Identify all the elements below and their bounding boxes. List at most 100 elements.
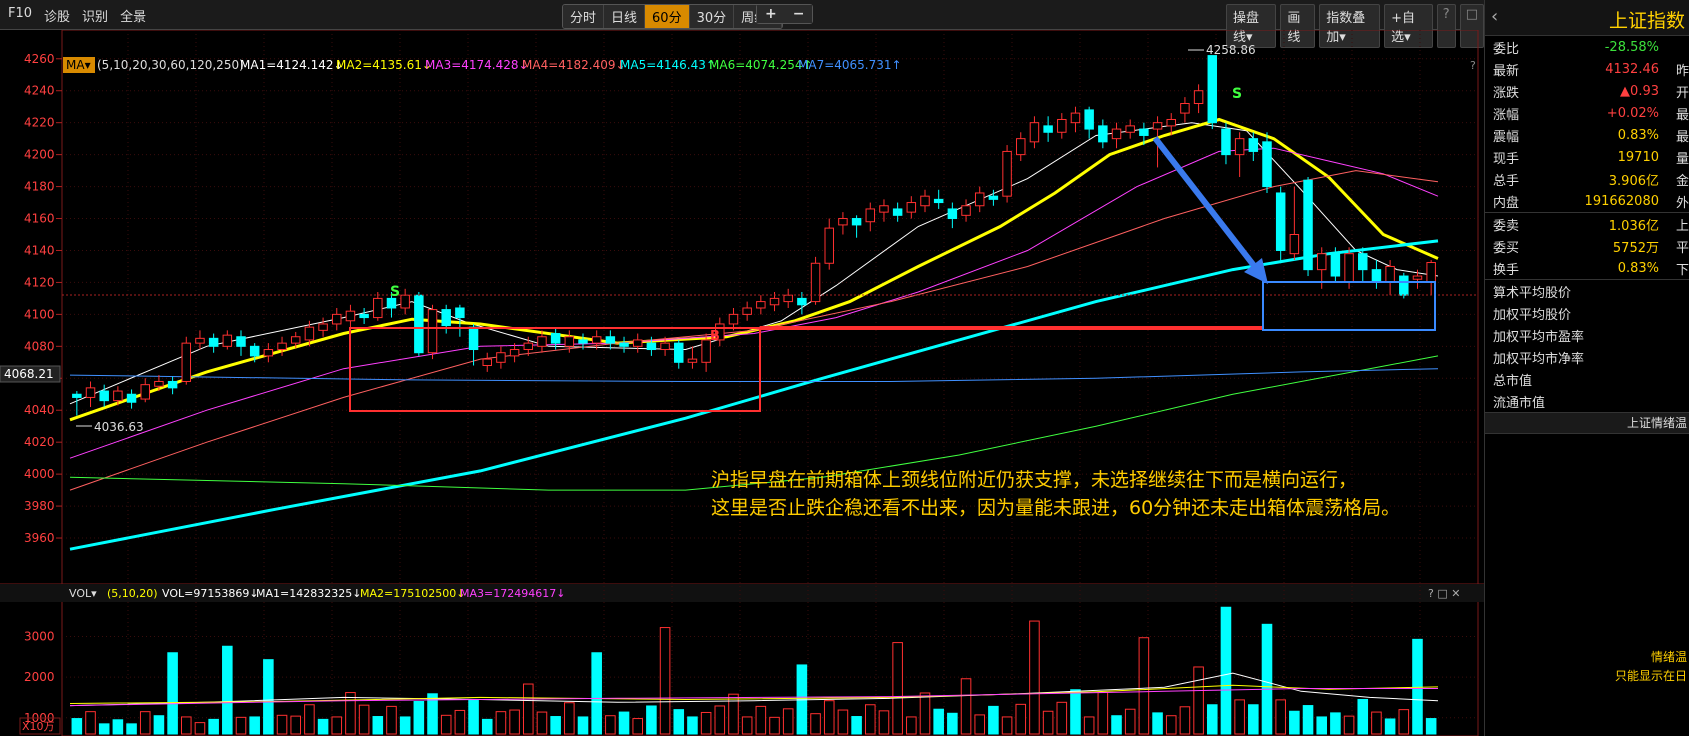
price-tick-label: 4040 [24, 403, 55, 417]
candle-body [345, 310, 356, 322]
volume-bar [769, 716, 780, 735]
vol-selector-label[interactable]: VOL▾ [69, 587, 97, 600]
candle-body [810, 262, 821, 303]
f10-button[interactable]: F10 [8, 6, 32, 25]
candle-body [1234, 138, 1245, 156]
candle-body [1125, 125, 1135, 133]
quote-label: 委买 [1493, 240, 1520, 256]
volume-bar [1234, 699, 1245, 735]
volume-bar [1302, 705, 1314, 735]
quote-value: ▲0.93 [1620, 83, 1659, 99]
period-daily[interactable]: 日线 [604, 5, 646, 28]
sentiment-note-2: 只能显示在日 [1614, 669, 1687, 683]
quote-label: 总手 [1493, 173, 1520, 189]
price-tick-label: 3960 [24, 531, 55, 545]
quote-row-rows1-1: 最新 4132.46 昨 [1485, 58, 1689, 80]
candle-body [1180, 103, 1190, 114]
price-tick-label: 4200 [24, 148, 55, 162]
candle-body [359, 313, 369, 319]
candle-body [646, 342, 657, 351]
volume-bar [331, 716, 343, 735]
candle-body [892, 208, 903, 216]
volume-bar [98, 723, 110, 735]
candle-body [1098, 125, 1108, 143]
main-help-icon[interactable]: ? [1470, 59, 1476, 72]
period-60min[interactable]: 60分 [645, 5, 690, 28]
ma3-legend: MA3=4174.428↓ [425, 58, 529, 72]
high-label: 4258.86 [1206, 43, 1256, 57]
candle-body [167, 380, 178, 389]
price-tick-label: 4160 [24, 212, 55, 226]
volume-bar [386, 705, 397, 735]
candle-body [1399, 275, 1409, 296]
comment-line-2: 这里是否止跌企稳还看不出来，因为量能未跟进，60分钟还未走出箱体震荡格局。 [711, 497, 1400, 519]
volume-bar [536, 711, 548, 735]
candle-body [1193, 90, 1204, 105]
candle-body [455, 307, 465, 319]
zoom-out-button[interactable]: − [784, 5, 813, 23]
candle-body [1139, 128, 1149, 136]
period-30min[interactable]: 30分 [689, 5, 735, 28]
volume-bar [1343, 715, 1355, 735]
volume-bar [1316, 716, 1328, 735]
price-tick-label: 4000 [24, 467, 55, 481]
volume-bar [550, 716, 561, 735]
volume-bar [714, 705, 726, 735]
candle-body [236, 336, 246, 347]
volume-bar [988, 705, 999, 735]
quote-value: 4132.46 [1605, 61, 1659, 77]
quote-label: 委卖 [1493, 218, 1520, 234]
candle-body [1426, 262, 1436, 283]
quote-value: 5752万 [1612, 240, 1659, 256]
candle-body [961, 205, 971, 216]
ma1-legend: MA1=4124.142↓ [240, 58, 344, 72]
volume-bar [947, 712, 958, 735]
back-arrow-icon[interactable]: ‹ [1491, 6, 1498, 27]
candle-body [920, 195, 930, 207]
ma2-legend: MA2=4135.61↓ [336, 58, 432, 72]
diagnose-button[interactable]: 诊股 [44, 6, 70, 25]
candle-body [181, 342, 192, 382]
volume-bar [249, 716, 260, 735]
price-tick-label: 4020 [24, 435, 55, 449]
price-tick-label: 4180 [24, 180, 55, 194]
quote-label: 涨幅 [1493, 107, 1520, 123]
volume-bar [1412, 638, 1423, 735]
candle-body [1262, 141, 1272, 188]
quote-sub-item: 算术平均股价 [1493, 285, 1572, 301]
period-timeshare[interactable]: 分时 [563, 5, 605, 28]
volume-bar [892, 642, 903, 735]
candle-body [318, 323, 328, 331]
quote-value: +0.02% [1606, 105, 1659, 121]
sentiment-tab[interactable]: 上证情绪温 [1485, 412, 1689, 434]
quote-tail-label: 金 [1675, 173, 1689, 189]
ma-params: (5,10,20,30,60,120,250) [97, 58, 244, 72]
panorama-button[interactable]: 全景 [120, 6, 146, 25]
zoom-controls: + − [756, 4, 814, 24]
volume-bar [605, 715, 616, 735]
quote-header: ‹ 上证指数 [1485, 0, 1689, 36]
candle-body [304, 326, 315, 341]
candle-body [126, 393, 137, 403]
zoom-in-button[interactable]: + [757, 5, 785, 23]
candle-body [1207, 55, 1218, 124]
identify-button[interactable]: 识别 [82, 6, 108, 25]
volume-bar [618, 711, 630, 735]
volume-bar [960, 678, 972, 735]
candle-body [1316, 253, 1327, 271]
vol-panel-icons[interactable]: ? □ ✕ [1428, 587, 1460, 600]
vol-ma3-legend: MA3=172494617↓ [460, 587, 565, 600]
ma4-legend: MA4=4182.409↓ [522, 58, 626, 72]
volume-bar [673, 709, 685, 735]
candle-body [1289, 234, 1300, 255]
ma-line-ma1 [69, 122, 1439, 405]
low-label: 4036.63 [94, 420, 144, 434]
quote-value: 1.036亿 [1608, 218, 1659, 234]
chart-area[interactable]: 4260 4240 4220 4200 4180 4160 4140 4120 4100 4080… [0, 30, 1484, 736]
volume-bar [837, 709, 849, 735]
candle-body [1330, 253, 1341, 277]
volume-bar [481, 718, 493, 735]
volume-bar [577, 716, 589, 735]
candle-body [550, 333, 561, 344]
volume-bar [1152, 712, 1163, 735]
